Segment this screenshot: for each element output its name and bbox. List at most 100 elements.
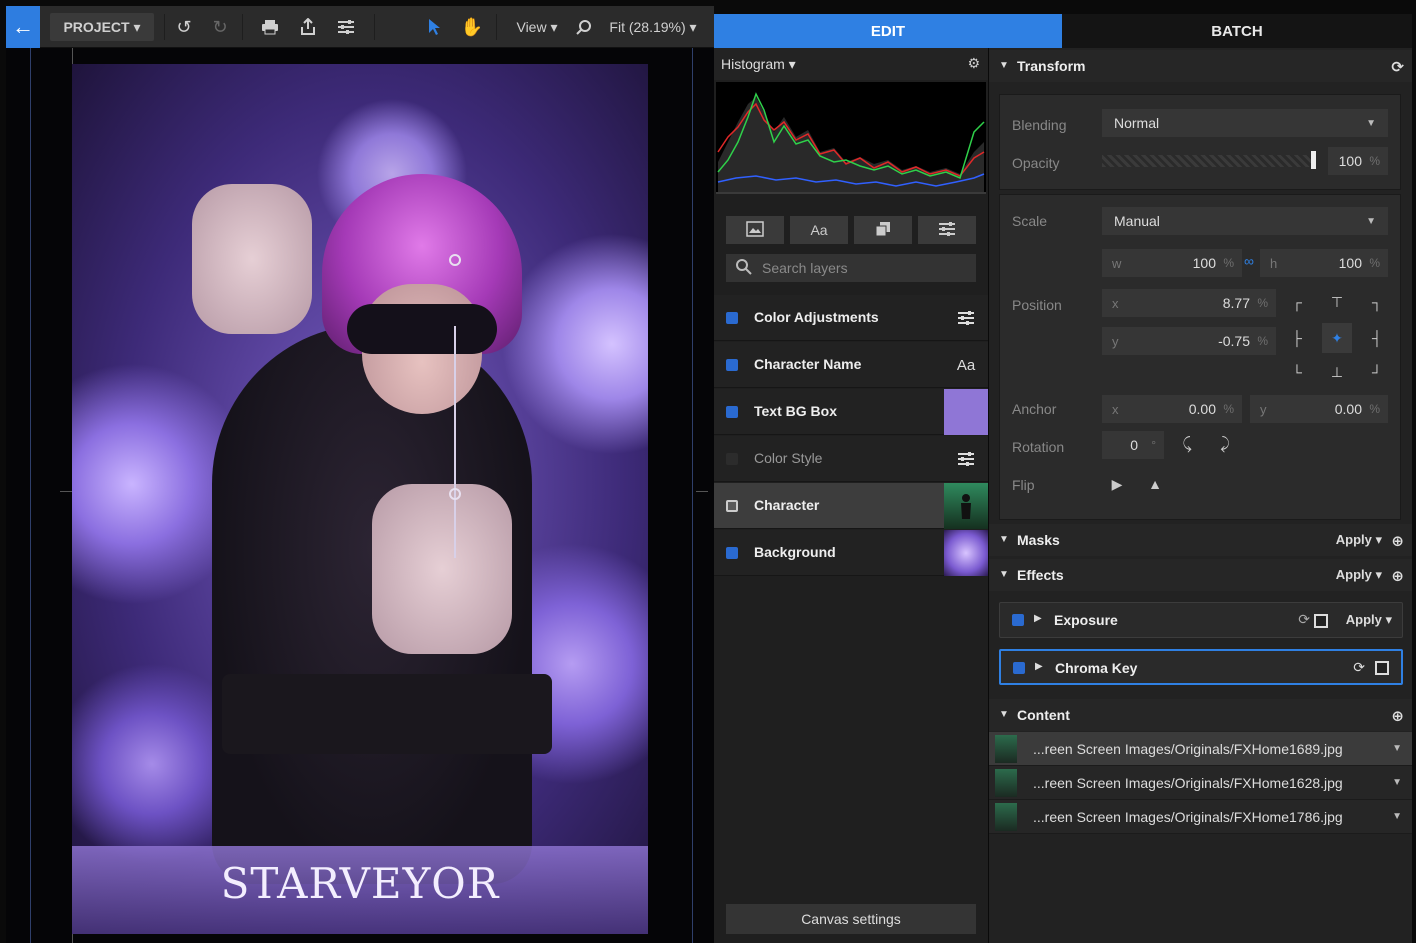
link-icon[interactable]: ∞	[1244, 253, 1254, 269]
content-item[interactable]: ...reen Screen Images/Originals/FXHome16…	[989, 732, 1412, 766]
layer-row-color-adjustments[interactable]: Color Adjustments	[714, 295, 988, 341]
chevron-right-icon[interactable]: ▶	[1035, 661, 1043, 672]
histogram-menu-button[interactable]: Histogram ▾	[721, 56, 796, 73]
opacity-input[interactable]: 100 %	[1328, 147, 1388, 175]
rotate-counterclockwise-icon[interactable]: ⤸	[1214, 434, 1236, 456]
reset-icon[interactable]: ⟳	[1353, 659, 1365, 676]
anchor-x-input[interactable]: x 0.00 %	[1102, 395, 1242, 423]
add-circle-icon[interactable]: ⊕	[1391, 567, 1404, 585]
add-circle-icon[interactable]: ⊕	[1391, 532, 1404, 550]
effects-section-header[interactable]: ▼ Effects Apply ▾ ⊕	[989, 559, 1412, 591]
redo-icon[interactable]: ↻	[206, 13, 234, 41]
anchor-y-input[interactable]: y 0.00 %	[1250, 395, 1388, 423]
blending-dropdown[interactable]: Normal ▼	[1102, 109, 1388, 137]
scale-mode-dropdown[interactable]: Manual ▼	[1102, 207, 1388, 235]
add-circle-icon[interactable]: ⊕	[1391, 707, 1404, 725]
align-middle-left-icon[interactable]: ├	[1286, 327, 1308, 349]
layer-visibility-checkbox[interactable]	[726, 359, 738, 371]
exposure-apply-button[interactable]: Apply ▾	[1346, 612, 1392, 628]
masks-section-header[interactable]: ▼ Masks Apply ▾ ⊕	[989, 524, 1412, 556]
position-x-input[interactable]: x 8.77 %	[1102, 289, 1276, 317]
properties-panel: ▼ Transform ⟳ Blending Normal ▼ Opacity …	[989, 48, 1412, 943]
effect-name: Exposure	[1054, 612, 1118, 628]
opacity-slider-handle[interactable]	[1311, 151, 1316, 169]
mask-toggle-icon[interactable]	[1314, 614, 1328, 628]
effect-enabled-checkbox[interactable]	[1013, 662, 1025, 674]
artwork-composition[interactable]: STARVEYOR	[72, 64, 648, 934]
chevron-down-icon[interactable]: ▼	[1392, 743, 1402, 754]
search-layers-input[interactable]: Search layers	[726, 254, 976, 282]
add-adjustment-layer-button[interactable]	[918, 216, 976, 244]
toolbar-divider	[242, 14, 243, 40]
adjust-settings-icon[interactable]	[332, 13, 360, 41]
effect-enabled-checkbox[interactable]	[1012, 614, 1024, 626]
character-mask	[347, 304, 497, 354]
content-section-header[interactable]: ▼ Content ⊕	[989, 699, 1412, 731]
undo-icon[interactable]: ↺	[170, 13, 198, 41]
select-pointer-icon[interactable]	[420, 13, 448, 41]
layer-row-character-name[interactable]: Character Name Aa	[714, 342, 988, 388]
export-icon[interactable]	[294, 13, 322, 41]
anchor-handle-bottom[interactable]	[449, 488, 461, 500]
scale-width-input[interactable]: w 100 %	[1102, 249, 1242, 277]
align-bottom-left-icon[interactable]: └	[1286, 361, 1308, 383]
chevron-down-icon[interactable]: ▼	[1392, 777, 1402, 788]
layer-row-character[interactable]: Character	[714, 483, 988, 529]
masks-apply-button[interactable]: Apply ▾	[1336, 532, 1382, 548]
content-item[interactable]: ...reen Screen Images/Originals/FXHome16…	[989, 766, 1412, 800]
canvas-viewport[interactable]: STARVEYOR	[6, 48, 714, 943]
print-icon[interactable]	[256, 13, 284, 41]
mask-toggle-icon[interactable]	[1375, 661, 1389, 675]
flip-vertical-icon[interactable]: ▲	[1144, 473, 1166, 495]
align-top-center-icon[interactable]: ⊤	[1326, 291, 1348, 313]
reset-icon[interactable]: ⟳	[1391, 58, 1404, 76]
align-top-left-icon[interactable]: ┌	[1286, 291, 1308, 313]
add-layer-copy-button[interactable]	[854, 216, 912, 244]
reset-icon[interactable]: ⟳	[1298, 611, 1310, 628]
tab-batch[interactable]: BATCH	[1062, 14, 1412, 48]
layers-panel: Histogram ▾ ⚙ Aa Search layers Color Adj…	[714, 48, 988, 943]
layer-row-text-bg-box[interactable]: Text BG Box	[714, 389, 988, 435]
transform-section-header[interactable]: ▼ Transform ⟳	[989, 50, 1412, 82]
scale-height-input[interactable]: h 100 %	[1260, 249, 1388, 277]
effect-row-exposure[interactable]: ▶ Exposure ⟳ Apply ▾	[999, 602, 1403, 638]
rotation-input[interactable]: 0 °	[1102, 431, 1164, 459]
layer-visibility-checkbox[interactable]	[726, 312, 738, 324]
layer-row-color-style[interactable]: Color Style	[714, 436, 988, 482]
canvas-settings-button[interactable]: Canvas settings	[726, 904, 976, 934]
opacity-slider[interactable]	[1102, 151, 1316, 169]
align-middle-right-icon[interactable]: ┤	[1366, 327, 1388, 349]
view-menu-button[interactable]: View ▾	[506, 13, 568, 41]
add-text-layer-button[interactable]: Aa	[790, 216, 848, 244]
flip-horizontal-icon[interactable]: ▶	[1106, 473, 1128, 495]
layer-visibility-checkbox[interactable]	[726, 406, 738, 418]
guide-line	[30, 48, 31, 943]
layer-visibility-checkbox[interactable]	[726, 547, 738, 559]
back-button[interactable]: ←	[6, 6, 40, 48]
align-center-icon[interactable]: ✦	[1322, 323, 1352, 353]
percent-unit: %	[1257, 296, 1268, 310]
layer-visibility-checkbox[interactable]	[726, 453, 738, 465]
effect-row-chroma-key[interactable]: ▶ Chroma Key ⟳	[999, 649, 1403, 685]
gear-icon[interactable]: ⚙	[967, 55, 980, 72]
anchor-handle-top[interactable]	[449, 254, 461, 266]
align-bottom-center-icon[interactable]: ⊥	[1326, 361, 1348, 383]
chevron-down-icon: ▼	[999, 60, 1009, 71]
position-y-input[interactable]: y -0.75 %	[1102, 327, 1276, 355]
chevron-right-icon[interactable]: ▶	[1034, 613, 1042, 624]
chevron-down-icon[interactable]: ▼	[1392, 811, 1402, 822]
tab-edit[interactable]: EDIT	[714, 14, 1062, 48]
zoom-menu-button[interactable]: Fit (28.19%) ▾	[600, 13, 706, 41]
axis-label: h	[1270, 255, 1278, 271]
align-top-right-icon[interactable]: ┐	[1366, 291, 1388, 313]
align-bottom-right-icon[interactable]: ┘	[1366, 361, 1388, 383]
add-image-layer-button[interactable]	[726, 216, 784, 244]
effects-apply-button[interactable]: Apply ▾	[1336, 567, 1382, 583]
layer-visibility-checkbox[interactable]	[726, 500, 738, 512]
hand-pan-icon[interactable]: ✋	[458, 13, 486, 41]
rotate-clockwise-icon[interactable]: ⤹	[1176, 434, 1198, 456]
project-menu-button[interactable]: PROJECT ▾	[50, 13, 154, 41]
zoom-icon[interactable]	[574, 13, 594, 41]
layer-row-background[interactable]: Background	[714, 530, 988, 576]
content-item[interactable]: ...reen Screen Images/Originals/FXHome17…	[989, 800, 1412, 834]
